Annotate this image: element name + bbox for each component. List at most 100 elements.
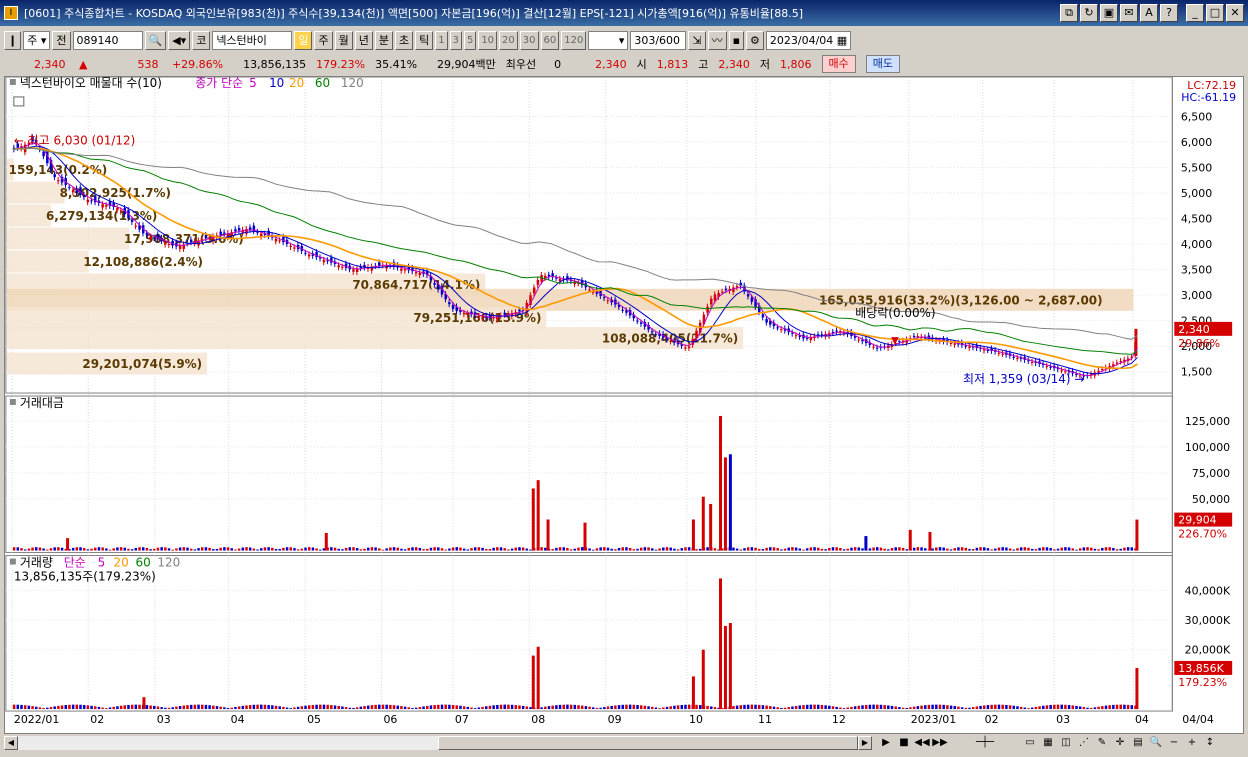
volume-bar [1119,704,1122,710]
volume-bar [798,705,802,710]
interval-10[interactable]: 10 [478,30,498,50]
count-input[interactable]: 303/600 [630,30,687,50]
forward-icon[interactable]: ▶▶ [932,736,948,750]
period-month[interactable]: 월 [334,30,353,50]
volume-bar [215,706,219,710]
help-icon[interactable]: ? [1160,4,1178,22]
zoom-out-icon[interactable]: − [1166,736,1182,750]
volume-bar [337,705,340,710]
draw-icon[interactable]: ✎ [1094,736,1110,750]
period-tick[interactable]: 틱 [415,30,434,50]
play-icon[interactable]: ▶ [878,736,894,750]
amount-bar [1104,547,1108,551]
amount-bar [219,547,222,551]
interval-select[interactable]: ▾ [588,30,629,50]
volume-bar [381,704,385,710]
date-input[interactable]: 2023/04/04 ▦ [765,30,852,50]
sell-button[interactable]: 매도 [865,55,901,73]
chart-scrollbar[interactable]: ◀ ▶ ▶ ■ ◀◀ ▶▶ ─┼─ ▭ ▦ ◫ ⋰ ✎ ✛ ▤ 🔍 − + ↕ [4,734,1244,752]
zoom-icon[interactable]: 🔍 [1148,736,1164,750]
lock-icon[interactable]: ✉ [1120,4,1138,22]
interval-20[interactable]: 20 [499,30,518,50]
link-icon[interactable]: ⧉ [1060,4,1078,22]
market-select[interactable]: 주 ▾ [23,30,51,50]
expand-icon[interactable]: ↕ [1202,736,1218,750]
compare-icon[interactable]: ▤ [1130,736,1146,750]
crosshair-icon[interactable]: ✛ [1112,736,1128,750]
stock-code-input[interactable]: 089140 [72,30,143,50]
interval-1[interactable]: 1 [435,30,448,50]
date-value: 2023/04/04 [769,33,834,47]
amount-bar [868,548,872,551]
interval-3[interactable]: 3 [449,30,462,50]
amount-bar [588,548,591,551]
settings-icon[interactable]: ⚙ [746,30,764,50]
volume-bar [935,704,938,710]
interval-5[interactable]: 5 [463,30,477,50]
scroll-track[interactable] [18,736,438,750]
amount-bar [60,547,64,551]
interval-30[interactable]: 30 [519,30,539,50]
period-year[interactable]: 년 [354,30,373,50]
amount-bar [850,547,853,551]
chart-type-icon[interactable]: 〰 [707,30,727,50]
volume-bar [529,707,532,710]
volume-bar [946,705,949,710]
split-icon[interactable]: ◫ [1058,736,1074,750]
volume-bar [953,706,956,710]
rewind-icon[interactable]: ◀◀ [914,736,930,750]
volume-bar [654,707,658,710]
minimize-icon[interactable]: _ [1186,4,1204,22]
stock-chart[interactable]: 1,5002,0002,5003,0003,5004,0004,5005,000… [4,76,1244,734]
volume-bar [765,705,768,710]
volume-bar [330,705,333,710]
search-icon[interactable]: 🔍 [144,30,167,50]
amount-bar [293,548,296,551]
volume-bar [802,705,805,710]
period-minute[interactable]: 분 [374,30,393,50]
volume-bar [200,704,204,710]
period-second[interactable]: 초 [394,30,414,50]
volume-bar [1123,704,1126,710]
scroll-thumb[interactable] [438,736,858,750]
amount-bar [743,548,746,551]
info-icon[interactable]: ❙ [4,30,22,50]
window-icon[interactable]: ▣ [1100,4,1118,22]
candle [983,349,986,351]
candle [403,269,407,271]
amount-bar [1130,547,1134,551]
scroll-left-icon[interactable]: ◀ [4,736,18,750]
volume-bar [569,704,573,710]
scroll-right-icon[interactable]: ▶ [858,736,872,750]
interval-120[interactable]: 120 [561,30,587,50]
prev-button[interactable]: 전 [52,30,71,50]
volume-bar [647,706,650,710]
buy-button[interactable]: 매수 [821,55,856,73]
speaker-icon[interactable]: ◀▾ [168,30,191,50]
volume-bar [440,704,444,710]
period-day[interactable]: 일 [294,30,313,50]
layout-icon[interactable]: ▭ [1022,736,1038,750]
amount-bar [610,548,613,551]
fullscreen-icon[interactable]: ⇲ [688,30,706,50]
font-icon[interactable]: A [1140,4,1158,22]
interval-60[interactable]: 60 [540,30,560,50]
grid-icon[interactable]: ▦ [1040,736,1056,750]
save-icon[interactable]: ▪ [728,30,745,50]
volume-highlight-bar [723,625,727,710]
period-week[interactable]: 주 [314,30,333,50]
candle [101,204,104,208]
volume-bar [1082,707,1086,710]
refresh-icon[interactable]: ↻ [1080,4,1098,22]
maximize-icon[interactable]: □ [1206,4,1224,22]
zoom-in-icon[interactable]: + [1184,736,1200,750]
pattern-icon[interactable]: ⋰ [1076,736,1092,750]
x-tick-label: 07 [455,713,469,726]
candle [536,279,540,285]
amount-bar [831,547,835,551]
close-icon[interactable]: ✕ [1226,4,1244,22]
stop-icon[interactable]: ■ [896,736,912,750]
amount-bar [739,549,743,551]
zoom-slider-icon[interactable]: ─┼─ [950,736,1020,750]
amount-bar [378,548,381,551]
